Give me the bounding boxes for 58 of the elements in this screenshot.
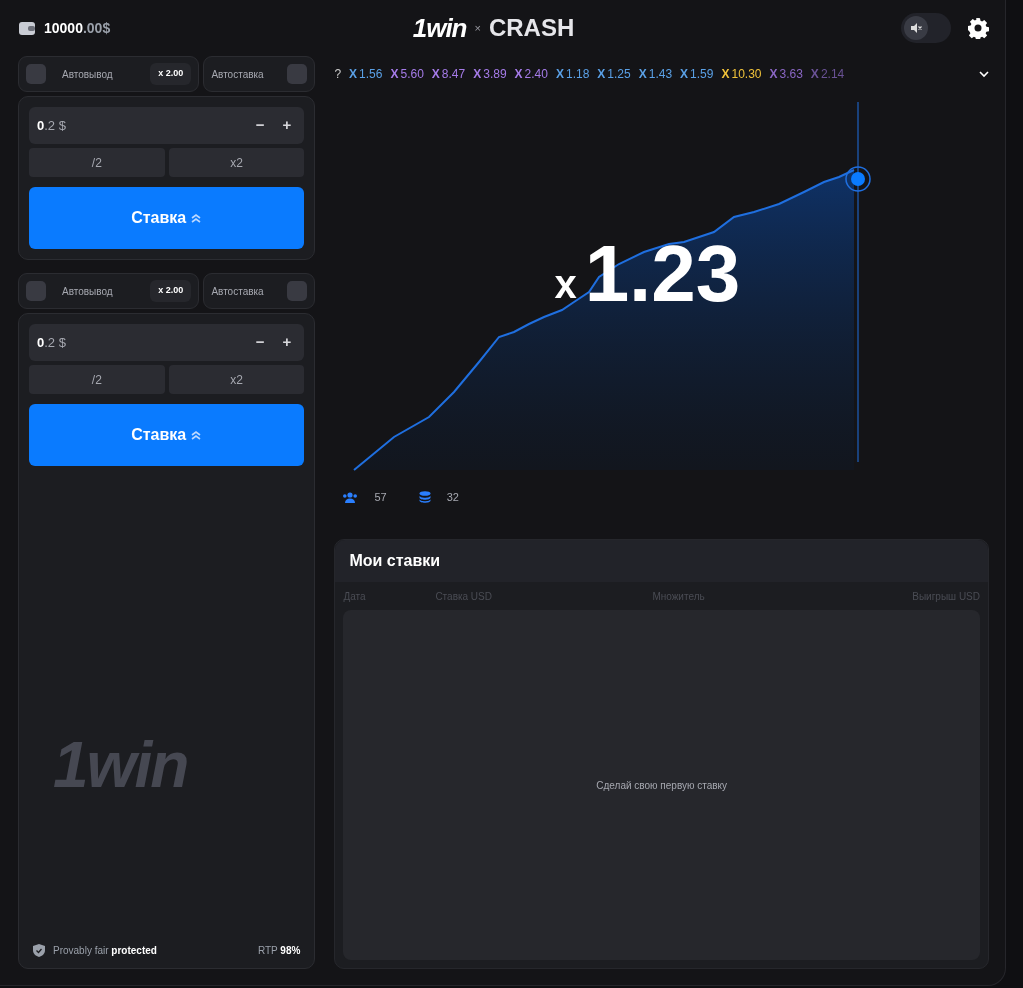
checkbox-label: Автоставка: [211, 284, 265, 299]
multiplier-history-item[interactable]: X 8.47: [431, 65, 466, 83]
bets-count: 32: [446, 489, 459, 505]
plus-button[interactable]: +: [277, 331, 297, 354]
checkbox[interactable]: [26, 281, 46, 301]
multiplier-history-item[interactable]: X 5.60: [390, 65, 424, 83]
multiplier-history-item[interactable]: X 1.18: [555, 65, 590, 83]
empty-message: Сделай свою первую ставку: [596, 778, 728, 793]
chevron-up-icon: [190, 430, 203, 440]
coins-icon: [418, 491, 431, 503]
sound-toggle[interactable]: [901, 13, 951, 43]
multiplier-history-item[interactable]: X 10.30: [721, 65, 762, 83]
players-count: 57: [374, 489, 387, 505]
multiplier-history-item[interactable]: X 1.43: [638, 65, 673, 83]
minus-button[interactable]: −: [250, 114, 270, 137]
plus-button[interactable]: +: [277, 114, 297, 137]
amount-value: 0.2 $: [37, 333, 67, 352]
logo-text: 1win: [412, 11, 467, 45]
balance-text: 10000.00$: [44, 18, 111, 38]
multiplier-field[interactable]: x 2.00: [150, 280, 192, 302]
amount-field[interactable]: 0.2 $ − +: [29, 107, 305, 144]
multiplier-history-item[interactable]: X 3.63: [769, 65, 803, 83]
chevron-up-icon: [190, 213, 203, 223]
multiplier-history-item[interactable]: X 2.40: [514, 65, 548, 83]
fair-text: Provably fair protected: [53, 944, 158, 958]
checkbox[interactable]: [287, 64, 308, 84]
double-button[interactable]: x2: [168, 365, 305, 394]
multiplier-prefix: x: [554, 261, 577, 308]
chevron-down-icon[interactable]: [979, 70, 989, 78]
users-icon: [342, 491, 359, 503]
checkbox[interactable]: [287, 281, 308, 301]
logo-separator: ×: [474, 20, 481, 36]
minus-button[interactable]: −: [250, 331, 270, 354]
multiplier-history-item[interactable]: X 1.59: [680, 65, 714, 83]
halve-button[interactable]: /2: [29, 148, 165, 177]
checkbox-label: Автовывод: [62, 284, 114, 299]
rtp-text: RTP 98%: [257, 944, 301, 958]
logo-text: CRASH: [488, 13, 575, 43]
settings-icon[interactable]: [967, 17, 989, 39]
halve-button[interactable]: /2: [29, 365, 165, 394]
mute-icon: [910, 22, 922, 34]
current-multiplier: 1.23: [584, 234, 741, 314]
multiplier-history-item[interactable]: X 1.25: [597, 65, 631, 83]
wallet-icon: [18, 20, 36, 36]
bet-button[interactable]: Ставка: [29, 404, 305, 466]
multiplier-field[interactable]: x 2.00: [150, 63, 192, 85]
amount-value: 0.2 $: [37, 116, 67, 135]
multiplier-history-item[interactable]: X 3.89: [473, 65, 507, 83]
multiplier-history-item[interactable]: X 1.56: [349, 65, 383, 83]
checkbox-label: Автовывод: [62, 67, 114, 82]
section-title: Мои ставки: [349, 551, 441, 571]
checkbox-label: Автоставка: [211, 67, 265, 82]
checkbox[interactable]: [26, 64, 46, 84]
help-link[interactable]: ?: [334, 65, 342, 83]
shield-icon: [33, 944, 45, 957]
double-button[interactable]: x2: [168, 148, 305, 177]
bet-button[interactable]: Ставка: [29, 187, 305, 249]
amount-field[interactable]: 0.2 $ − +: [29, 324, 305, 361]
